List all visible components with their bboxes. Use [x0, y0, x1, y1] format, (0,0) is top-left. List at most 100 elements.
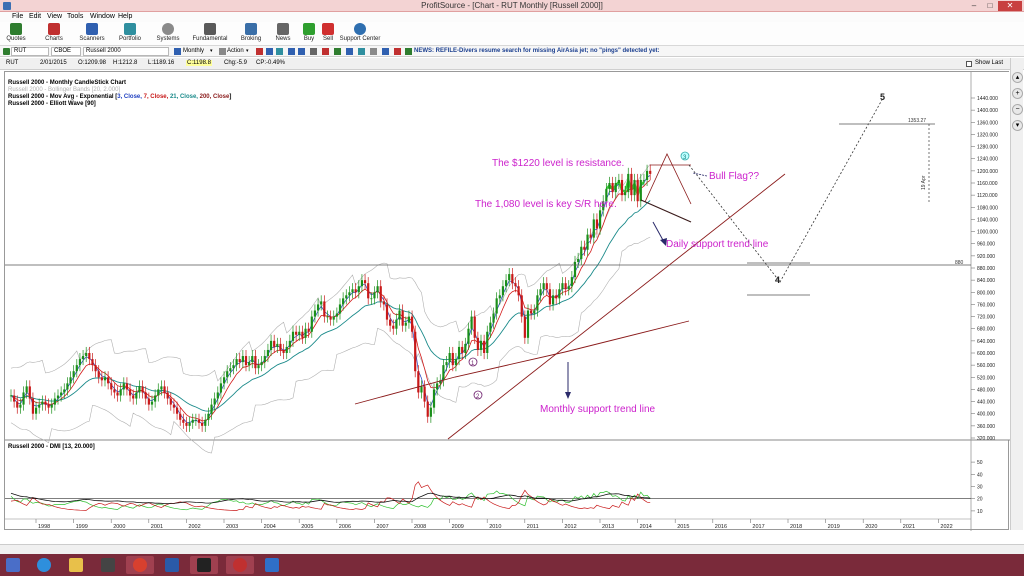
candle-body[interactable]: [326, 316, 329, 318]
candle-body[interactable]: [132, 395, 135, 399]
candle-body[interactable]: [457, 346, 461, 360]
candle-body[interactable]: [461, 346, 464, 353]
candle-body[interactable]: [41, 401, 44, 405]
candle-body[interactable]: [323, 301, 326, 317]
candle-body[interactable]: [135, 392, 138, 399]
candle-body[interactable]: [630, 173, 633, 196]
taskbar-app[interactable]: [94, 556, 122, 574]
menu-view[interactable]: View: [47, 13, 62, 20]
candle-body[interactable]: [9, 395, 13, 397]
candle-body[interactable]: [91, 359, 94, 366]
maximize-button[interactable]: □: [984, 1, 996, 11]
candle-body[interactable]: [436, 383, 439, 390]
candle-body[interactable]: [558, 289, 561, 299]
candle-body[interactable]: [185, 422, 188, 426]
candle-body[interactable]: [332, 316, 335, 320]
candle-body[interactable]: [504, 280, 508, 287]
candle-body[interactable]: [498, 295, 501, 299]
candle-body[interactable]: [580, 246, 583, 259]
candle-body[interactable]: [279, 343, 282, 350]
candle-body[interactable]: [483, 340, 486, 353]
candle-body[interactable]: [38, 404, 41, 408]
candle-body[interactable]: [473, 316, 476, 338]
period-chevron-down-icon[interactable]: ▾: [210, 47, 213, 56]
candle-body[interactable]: [31, 398, 35, 414]
candle-body[interactable]: [97, 371, 100, 378]
candle-body[interactable]: [103, 377, 107, 381]
candle-body[interactable]: [113, 389, 116, 393]
candle-body[interactable]: [514, 283, 517, 287]
scroll-up-button[interactable]: ▴: [1012, 72, 1023, 83]
taskbar-explorer[interactable]: [62, 556, 90, 574]
candle-body[interactable]: [577, 258, 580, 262]
candle-body[interactable]: [536, 295, 539, 311]
candle-body[interactable]: [624, 192, 627, 196]
candle-body[interactable]: [335, 313, 338, 317]
candle-body[interactable]: [53, 398, 56, 405]
candle-body[interactable]: [213, 398, 216, 405]
candle-body[interactable]: [533, 310, 536, 314]
candle-body[interactable]: [310, 316, 313, 332]
candle-body[interactable]: [301, 331, 304, 338]
candle-body[interactable]: [157, 389, 160, 396]
candle-body[interactable]: [307, 328, 310, 332]
candle-body[interactable]: [191, 419, 194, 423]
candle-body[interactable]: [282, 349, 285, 353]
candle-body[interactable]: [119, 389, 122, 396]
candle-body[interactable]: [320, 301, 323, 305]
candle-body[interactable]: [401, 310, 404, 326]
price-chart-svg[interactable]: 1440.000 1400.000 1360.000 1320.000 1280.000…: [5, 72, 1010, 531]
show-last-checkbox[interactable]: [966, 61, 972, 67]
candle-body[interactable]: [385, 304, 389, 320]
scroll-down-button[interactable]: ▾: [1012, 120, 1023, 131]
candle-body[interactable]: [60, 392, 63, 396]
news-ticker[interactable]: NEWS: REFILE-Divers resume search for mi…: [414, 47, 660, 56]
taskbar-ie[interactable]: [30, 556, 58, 574]
candle-body[interactable]: [645, 170, 649, 180]
candle-body[interactable]: [567, 286, 570, 290]
candle-body[interactable]: [555, 295, 558, 299]
candle-body[interactable]: [376, 286, 379, 293]
candle-body[interactable]: [75, 365, 78, 372]
candle-body[interactable]: [345, 295, 348, 299]
candle-body[interactable]: [620, 179, 624, 196]
candle-body[interactable]: [207, 413, 210, 420]
candle-body[interactable]: [226, 371, 229, 378]
candle-body[interactable]: [269, 340, 273, 350]
candle-body[interactable]: [72, 371, 75, 378]
candle-body[interactable]: [404, 322, 407, 326]
candle-body[interactable]: [464, 343, 467, 353]
candle-body[interactable]: [241, 356, 244, 363]
candle-body[interactable]: [44, 401, 47, 405]
candle-body[interactable]: [34, 407, 38, 414]
candle-body[interactable]: [636, 179, 639, 202]
candle-body[interactable]: [614, 183, 617, 193]
candle-body[interactable]: [69, 377, 72, 384]
chart-tool-icon[interactable]: [358, 48, 365, 55]
candle-body[interactable]: [495, 298, 498, 314]
toolbar-support-center-button[interactable]: Support Center: [338, 23, 382, 42]
exchange-field[interactable]: CBOE: [51, 47, 81, 56]
candle-body[interactable]: [94, 365, 97, 372]
toolbar-broking-button[interactable]: Broking: [238, 23, 264, 42]
menu-file[interactable]: File: [12, 13, 23, 20]
candle-body[interactable]: [520, 295, 523, 317]
candle-body[interactable]: [56, 395, 60, 399]
candle-body[interactable]: [426, 401, 429, 417]
candle-body[interactable]: [285, 346, 288, 353]
candle-body[interactable]: [219, 383, 223, 393]
candle-body[interactable]: [25, 386, 28, 393]
chart-tool-icon[interactable]: [346, 48, 353, 55]
security-name-field[interactable]: Russell 2000: [83, 47, 169, 56]
candle-body[interactable]: [398, 310, 401, 320]
candle-body[interactable]: [263, 356, 266, 363]
taskbar-word[interactable]: [158, 556, 186, 574]
candle-body[interactable]: [188, 422, 191, 426]
candle-body[interactable]: [238, 359, 241, 363]
candle-body[interactable]: [395, 319, 398, 329]
candle-body[interactable]: [451, 353, 454, 366]
chart-tool-icon[interactable]: [298, 48, 305, 55]
taskbar-snowflake[interactable]: [258, 556, 286, 574]
candle-body[interactable]: [357, 286, 360, 293]
menu-help[interactable]: Help: [118, 13, 132, 20]
